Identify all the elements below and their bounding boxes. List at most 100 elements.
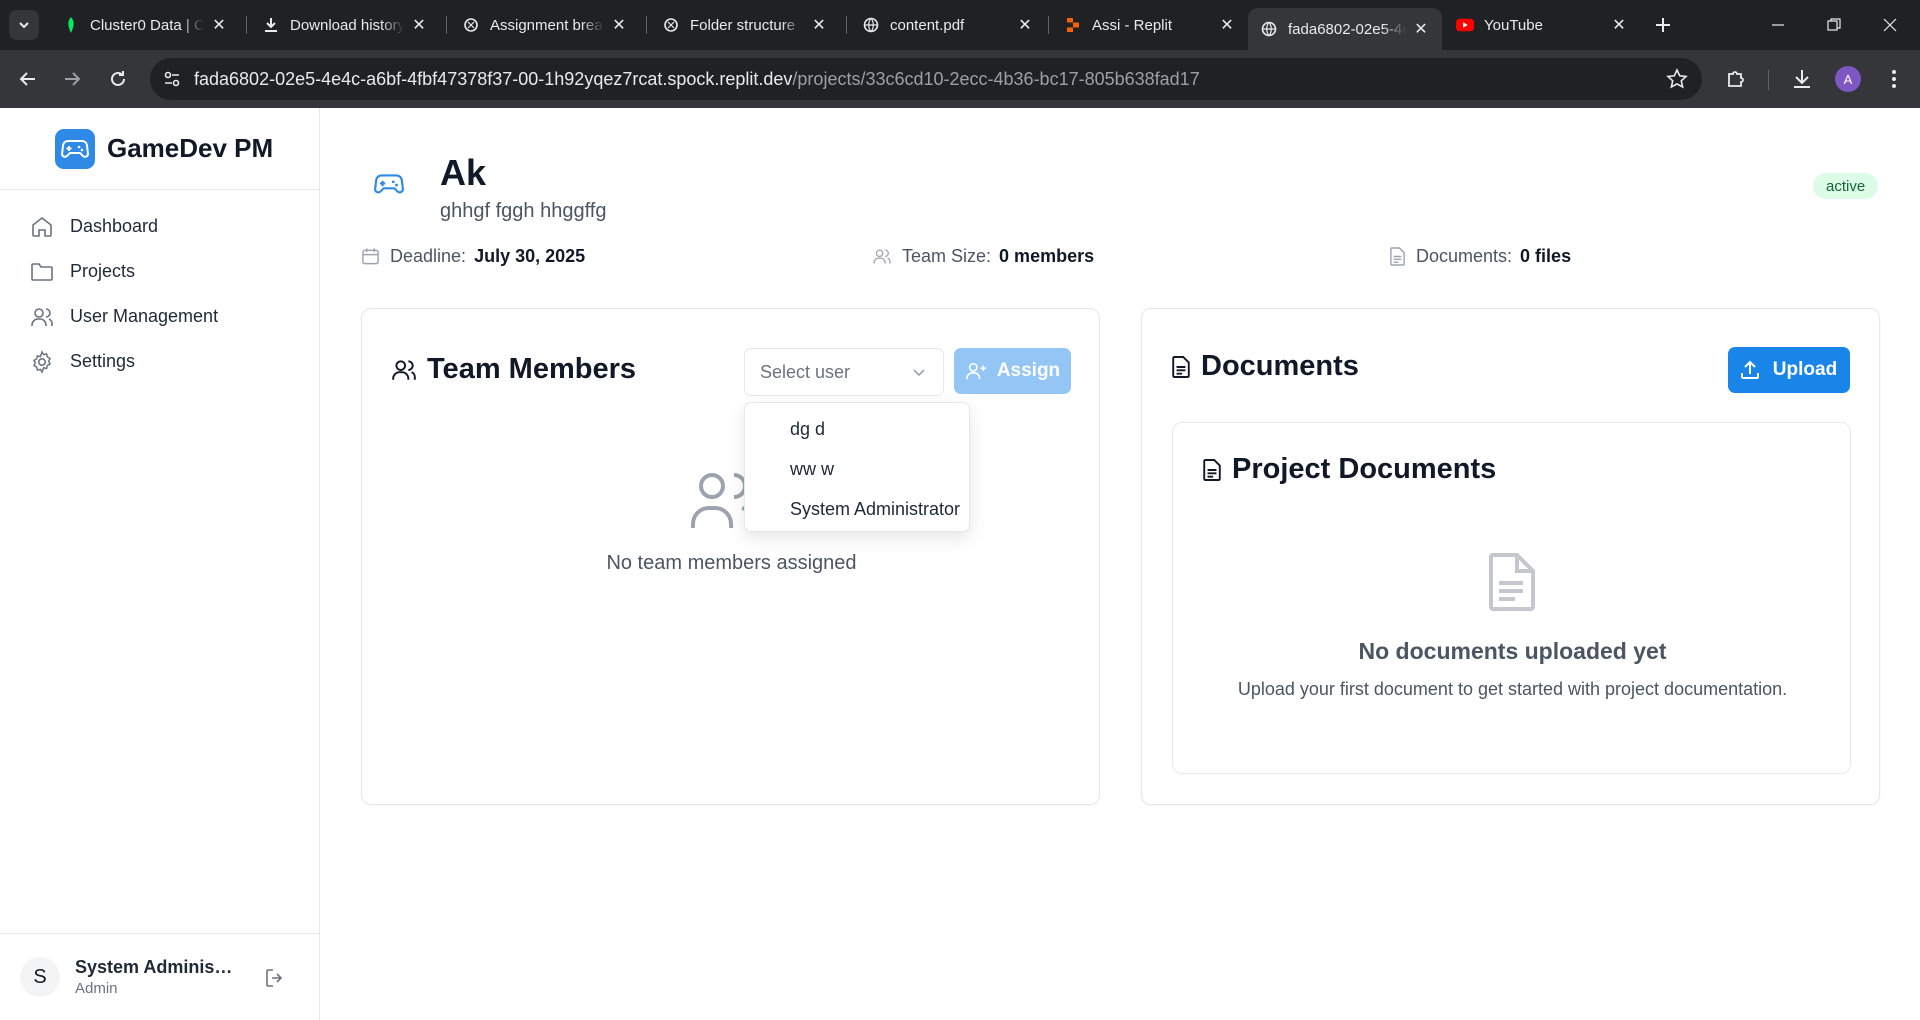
folder-icon	[31, 262, 53, 281]
user-role: Admin	[75, 980, 118, 997]
gamepad-logo-icon	[55, 128, 95, 169]
team-size-value: 0 members	[999, 246, 1095, 266]
project-description: ghhgf fggh hhggffg	[440, 200, 607, 222]
team-size-info: Team Size: 0 members	[872, 246, 1094, 267]
tab-close-icon[interactable]: ✕	[210, 16, 228, 34]
tab-close-icon[interactable]: ✕	[410, 16, 428, 34]
plus-icon	[1656, 18, 1670, 32]
browser-tab-0[interactable]: Cluster0 Data | C ✕	[50, 8, 240, 42]
sidebar-item-label: Projects	[70, 261, 136, 281]
arrow-right-icon	[65, 72, 81, 86]
brand[interactable]: GameDev PM	[0, 108, 319, 190]
browser-toolbar: fada6802-02e5-4e4c-a6bf-4fbf47378f37-00-…	[0, 50, 1920, 108]
team-size-label: Team Size:	[902, 246, 992, 266]
browser-tab-2[interactable]: Assignment breakdown ✕	[450, 8, 640, 42]
address-bar[interactable]: fada6802-02e5-4e4c-a6bf-4fbf47378f37-00-…	[150, 58, 1702, 100]
sidebar-item-label: User Management	[70, 306, 219, 326]
upload-label: Upload	[1772, 359, 1838, 380]
tab-title: Folder structure	[690, 16, 796, 34]
url-host: fada6802-02e5-4e4c-a6bf-4fbf47378f37-00-…	[194, 68, 793, 89]
globe-icon	[862, 16, 880, 34]
minimize-button[interactable]	[1758, 10, 1798, 40]
chatgpt-icon	[662, 16, 680, 34]
logout-button[interactable]	[264, 967, 286, 994]
project-documents-heading: Project Documents	[1202, 453, 1496, 486]
reload-button[interactable]	[104, 65, 132, 93]
deadline-info: Deadline: July 30, 2025	[361, 246, 585, 267]
chevron-down-icon	[19, 22, 29, 29]
team-members-card: Team Members Select user Assign No team …	[361, 308, 1100, 805]
avatar: S	[20, 957, 60, 997]
browser-tab-5[interactable]: Assi - Replit ✕	[1052, 8, 1248, 42]
file-text-icon	[1390, 247, 1405, 266]
file-text-icon	[1203, 458, 1221, 481]
browser-tab-6-active[interactable]: fada6802-02e5-4e4c ✕	[1248, 8, 1442, 50]
tab-close-icon[interactable]: ✕	[1218, 16, 1236, 34]
download-icon	[262, 16, 280, 34]
tune-icon	[164, 71, 180, 87]
tab-title: Assi - Replit	[1092, 16, 1173, 34]
replit-icon	[1064, 16, 1082, 34]
sidebar-item-settings[interactable]: Settings	[0, 339, 319, 384]
tab-close-icon[interactable]: ✕	[1016, 16, 1034, 34]
tab-search-button[interactable]	[9, 10, 39, 40]
restore-button[interactable]	[1814, 10, 1854, 40]
user-select[interactable]: Select user	[744, 348, 944, 396]
tab-separator	[646, 16, 647, 34]
close-icon	[1883, 18, 1897, 32]
chevron-down-icon	[913, 369, 925, 377]
tab-title: YouTube	[1484, 16, 1543, 34]
tab-close-icon[interactable]: ✕	[1610, 16, 1628, 34]
forward-button[interactable]	[58, 65, 86, 93]
browser-tabstrip: Cluster0 Data | C ✕ Download history ✕ A…	[0, 0, 1920, 50]
documents-card: Documents Upload Project Documents No do…	[1141, 308, 1880, 805]
tab-close-icon[interactable]: ✕	[610, 16, 628, 34]
site-info-button[interactable]	[156, 63, 188, 95]
users-icon	[873, 249, 891, 264]
project-documents-panel: Project Documents No documents uploaded …	[1172, 422, 1851, 774]
close-window-button[interactable]	[1870, 10, 1910, 40]
globe-icon	[1260, 20, 1278, 38]
browser-tab-7[interactable]: YouTube ✕	[1444, 8, 1640, 42]
documents-info: Documents: 0 files	[1389, 246, 1571, 267]
downloads-button[interactable]	[1788, 65, 1816, 93]
tab-close-icon[interactable]: ✕	[810, 16, 828, 34]
tab-separator	[446, 16, 447, 34]
tab-title: content.pdf	[890, 16, 965, 34]
upload-button[interactable]: Upload	[1728, 347, 1850, 393]
status-badge: active	[1813, 173, 1879, 199]
dropdown-option[interactable]: ww w	[745, 449, 969, 489]
mongodb-leaf-icon	[62, 16, 80, 34]
sidebar-item-dashboard[interactable]: Dashboard	[0, 204, 319, 249]
browser-tab-3[interactable]: Folder structure ✕	[650, 8, 840, 42]
youtube-icon	[1456, 16, 1474, 34]
sidebar-item-user-management[interactable]: User Management	[0, 294, 319, 339]
profile-avatar[interactable]: A	[1835, 66, 1861, 92]
browser-tab-1[interactable]: Download history ✕	[250, 8, 440, 42]
deadline-value: July 30, 2025	[474, 246, 586, 266]
documents-heading: Documents	[1171, 350, 1359, 383]
bookmark-star-icon[interactable]	[1666, 68, 1688, 95]
extensions-button[interactable]	[1722, 65, 1750, 93]
user-plus-icon	[965, 362, 986, 380]
kebab-menu-icon	[1892, 70, 1896, 88]
page-title: Ak	[440, 152, 487, 193]
dropdown-option[interactable]: System Administrator	[745, 489, 969, 529]
card-title-text: Team Members	[427, 353, 636, 385]
browser-menu-button[interactable]	[1880, 65, 1908, 93]
browser-tab-4[interactable]: content.pdf ✕	[850, 8, 1046, 42]
user-info: System Administrator Admin	[75, 957, 235, 997]
sidebar-item-projects[interactable]: Projects	[0, 249, 319, 294]
restore-icon	[1827, 18, 1841, 31]
new-tab-button[interactable]	[1650, 12, 1676, 38]
home-icon	[32, 216, 52, 237]
dropdown-option[interactable]: dg d	[745, 409, 969, 449]
users-icon	[31, 307, 53, 326]
tab-title: Download history	[290, 16, 404, 34]
tab-close-icon[interactable]: ✕	[1412, 20, 1430, 38]
upload-icon	[1740, 360, 1759, 379]
back-button[interactable]	[14, 65, 42, 93]
assign-button[interactable]: Assign	[954, 348, 1071, 394]
user-select-dropdown: dg d ww w System Administrator	[744, 402, 970, 532]
user-select-placeholder: Select user	[760, 361, 851, 382]
